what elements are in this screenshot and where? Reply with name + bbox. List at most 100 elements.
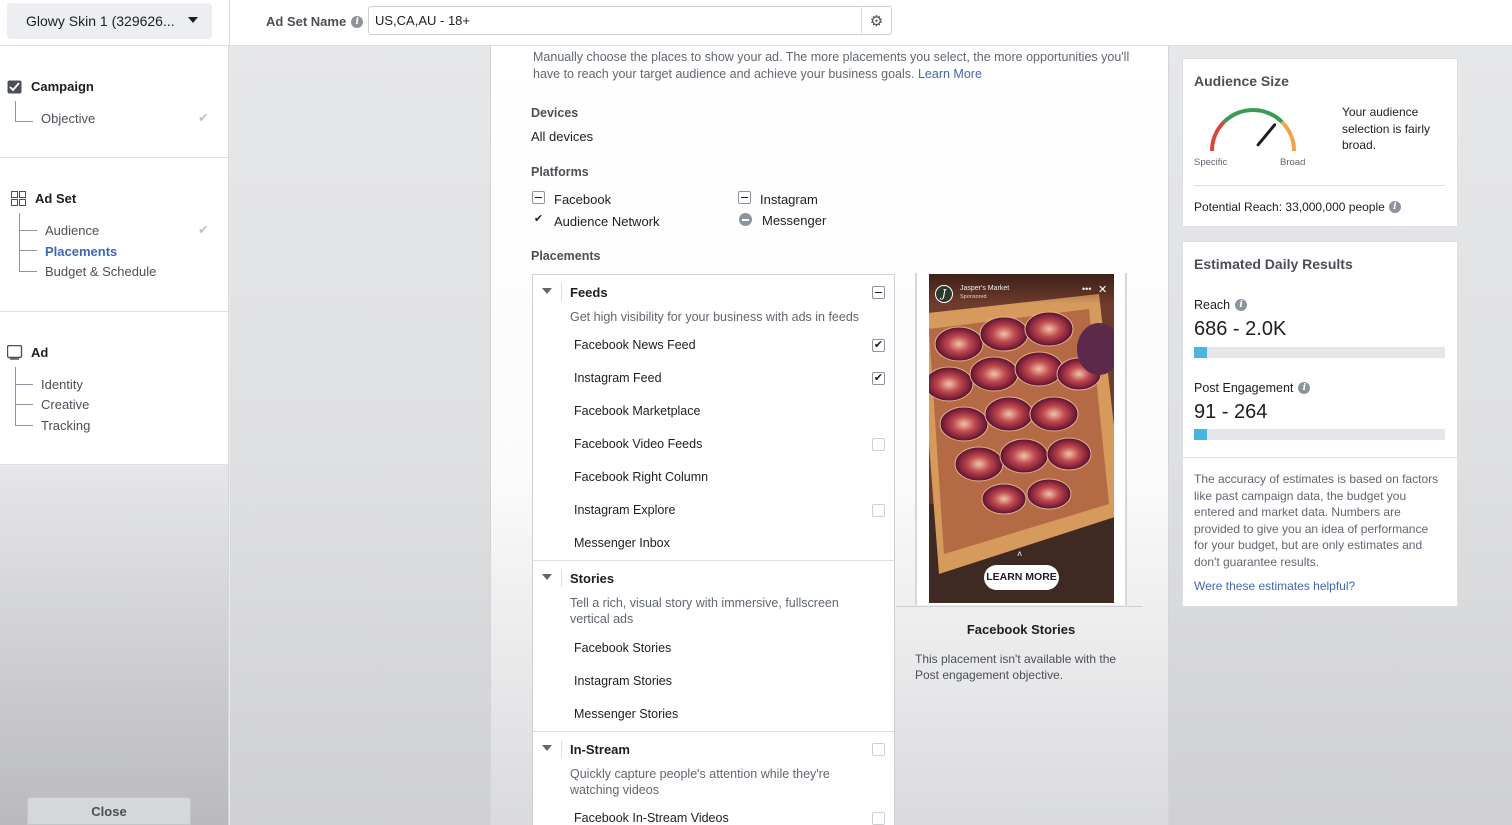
reach-label: Reach i: [1194, 298, 1248, 312]
group-stories-title[interactable]: Stories: [570, 571, 614, 586]
placement-facebook-stories: Facebook Stories: [574, 641, 672, 655]
tree-line: [15, 384, 33, 385]
tree-line: [15, 425, 33, 426]
divider: [533, 560, 894, 561]
audience-description: Your audience selection is fairly broad.: [1342, 105, 1431, 152]
collapse-caret-icon[interactable]: [542, 745, 552, 751]
tree-line: [15, 404, 33, 405]
tree-line: [19, 271, 37, 272]
top-bar: Glowy Skin 1 (329626... Ad Set Name i ⚙: [0, 0, 1512, 46]
divider: [561, 740, 562, 758]
instagram-checkbox[interactable]: [738, 191, 751, 204]
gauge-specific-label: Specific: [1194, 157, 1228, 168]
placement-facebook-video-feeds: Facebook Video Feeds: [574, 437, 703, 451]
settings-button[interactable]: ⚙: [861, 7, 891, 34]
feeds-group-checkbox[interactable]: [872, 286, 885, 299]
audience-network-checkbox[interactable]: ✔: [532, 213, 545, 226]
group-instream-title[interactable]: In-Stream: [570, 742, 630, 757]
potential-reach: Potential Reach: 33,000,000 people i: [1194, 200, 1401, 214]
placements-description-text: Manually choose the places to show your …: [533, 50, 1130, 81]
group-feeds-title[interactable]: Feeds: [570, 285, 608, 300]
gauge-broad-label: Broad: [1280, 157, 1306, 168]
sidebar-item-creative[interactable]: Creative: [41, 397, 89, 412]
preview-title: Facebook Stories: [966, 622, 1076, 637]
divider: [561, 569, 562, 587]
nav-section-ad: Ad Identity Creative Tracking: [0, 312, 228, 465]
check-icon: ✔: [198, 222, 209, 237]
facebook-checkbox[interactable]: [532, 191, 545, 204]
nav-head-campaign[interactable]: Campaign: [7, 79, 94, 94]
grid-icon: [11, 191, 26, 206]
devices-label: Devices: [531, 106, 579, 120]
brand-logo: J: [935, 285, 953, 303]
reach-bar: [1194, 347, 1445, 358]
estimated-results-title: Estimated Daily Results: [1194, 256, 1353, 272]
info-icon[interactable]: i: [351, 15, 364, 28]
engagement-label-text: Post Engagement: [1194, 381, 1294, 395]
sidebar-item-tracking[interactable]: Tracking: [41, 418, 90, 433]
devices-value[interactable]: All devices: [531, 129, 593, 144]
facebook-instream-videos-checkbox[interactable]: [872, 812, 885, 825]
adset-name-label: Ad Set Name: [266, 14, 347, 29]
facebook-news-feed-checkbox[interactable]: ✔: [872, 339, 885, 352]
estimates-note: The accuracy of estimates is based on fa…: [1194, 472, 1439, 569]
campaign-selector[interactable]: Glowy Skin 1 (329626...: [7, 3, 212, 39]
campaign-checkbox-icon: [7, 80, 22, 94]
close-button[interactable]: Close: [27, 797, 191, 825]
tree-line: [15, 121, 33, 122]
preview-note: This placement isn't available with the …: [915, 652, 1117, 682]
info-icon[interactable]: i: [1235, 299, 1248, 311]
divider: [896, 606, 1142, 607]
facebook-video-feeds-checkbox[interactable]: [872, 438, 885, 451]
story-brand-name: Jasper's Market: [960, 285, 1010, 292]
adset-name-input[interactable]: [368, 6, 892, 35]
learn-more-cta: LEARN MORE: [984, 565, 1059, 590]
caret-down-icon: [188, 17, 198, 23]
sidebar-item-objective[interactable]: Objective: [41, 111, 95, 126]
instagram-feed-checkbox[interactable]: ✔: [872, 372, 885, 385]
sidebar-item-identity[interactable]: Identity: [41, 377, 83, 392]
collapse-caret-icon[interactable]: [542, 288, 552, 294]
story-brand-sub: Sponsored: [960, 294, 987, 300]
learn-more-link[interactable]: Learn More: [918, 67, 982, 81]
placement-messenger-inbox: Messenger Inbox: [574, 536, 670, 550]
group-instream-desc: Quickly capture people's attention while…: [570, 767, 830, 797]
instream-group-checkbox[interactable]: [872, 743, 885, 756]
chevron-up-icon: ˄: [1017, 549, 1023, 559]
potential-reach-text: Potential Reach: 33,000,000 people: [1194, 200, 1385, 214]
reach-bar-fill: [1194, 347, 1207, 358]
platform-messenger: Messenger: [762, 213, 827, 228]
placement-instagram-stories: Instagram Stories: [574, 674, 672, 688]
placement-instagram-feed: Instagram Feed: [574, 371, 662, 385]
divider: [533, 731, 894, 732]
tree-line: [15, 367, 16, 425]
tree-line: [19, 213, 20, 271]
audience-size-title: Audience Size: [1194, 73, 1289, 89]
nav-section-adset: Ad Set Audience ✔ Placements Budget & Sc…: [0, 158, 228, 312]
tree-line: [15, 101, 16, 121]
divider: [561, 283, 562, 301]
nav-head-adset[interactable]: Ad Set: [11, 191, 76, 206]
platform-instagram: Instagram: [760, 192, 818, 207]
placement-facebook-right-column: Facebook Right Column: [574, 470, 709, 484]
ad-icon: [7, 345, 23, 360]
collapse-caret-icon[interactable]: [542, 574, 552, 580]
estimates-helpful-link[interactable]: Were these estimates helpful?: [1194, 579, 1355, 593]
nav-head-ad[interactable]: Ad: [7, 345, 48, 360]
instagram-explore-checkbox[interactable]: [872, 504, 885, 517]
nav-campaign-label: Campaign: [31, 79, 94, 94]
sidebar-item-budget-schedule[interactable]: Budget & Schedule: [45, 264, 156, 279]
more-icon: •••: [1082, 284, 1092, 294]
divider: [1183, 457, 1457, 458]
info-icon[interactable]: i: [1388, 201, 1401, 213]
placements-label: Placements: [531, 249, 601, 263]
info-icon[interactable]: i: [1298, 382, 1311, 394]
adset-name-label-wrap: Ad Set Name i: [266, 14, 364, 29]
sidebar-item-audience[interactable]: Audience: [45, 223, 99, 238]
placement-messenger-stories: Messenger Stories: [574, 707, 679, 721]
sidebar-item-placements[interactable]: Placements: [45, 244, 117, 259]
reach-label-text: Reach: [1194, 298, 1231, 312]
tree-line: [19, 230, 37, 231]
messenger-disabled-icon: [739, 213, 752, 226]
group-stories-desc: Tell a rich, visual story with immersive…: [570, 596, 839, 626]
